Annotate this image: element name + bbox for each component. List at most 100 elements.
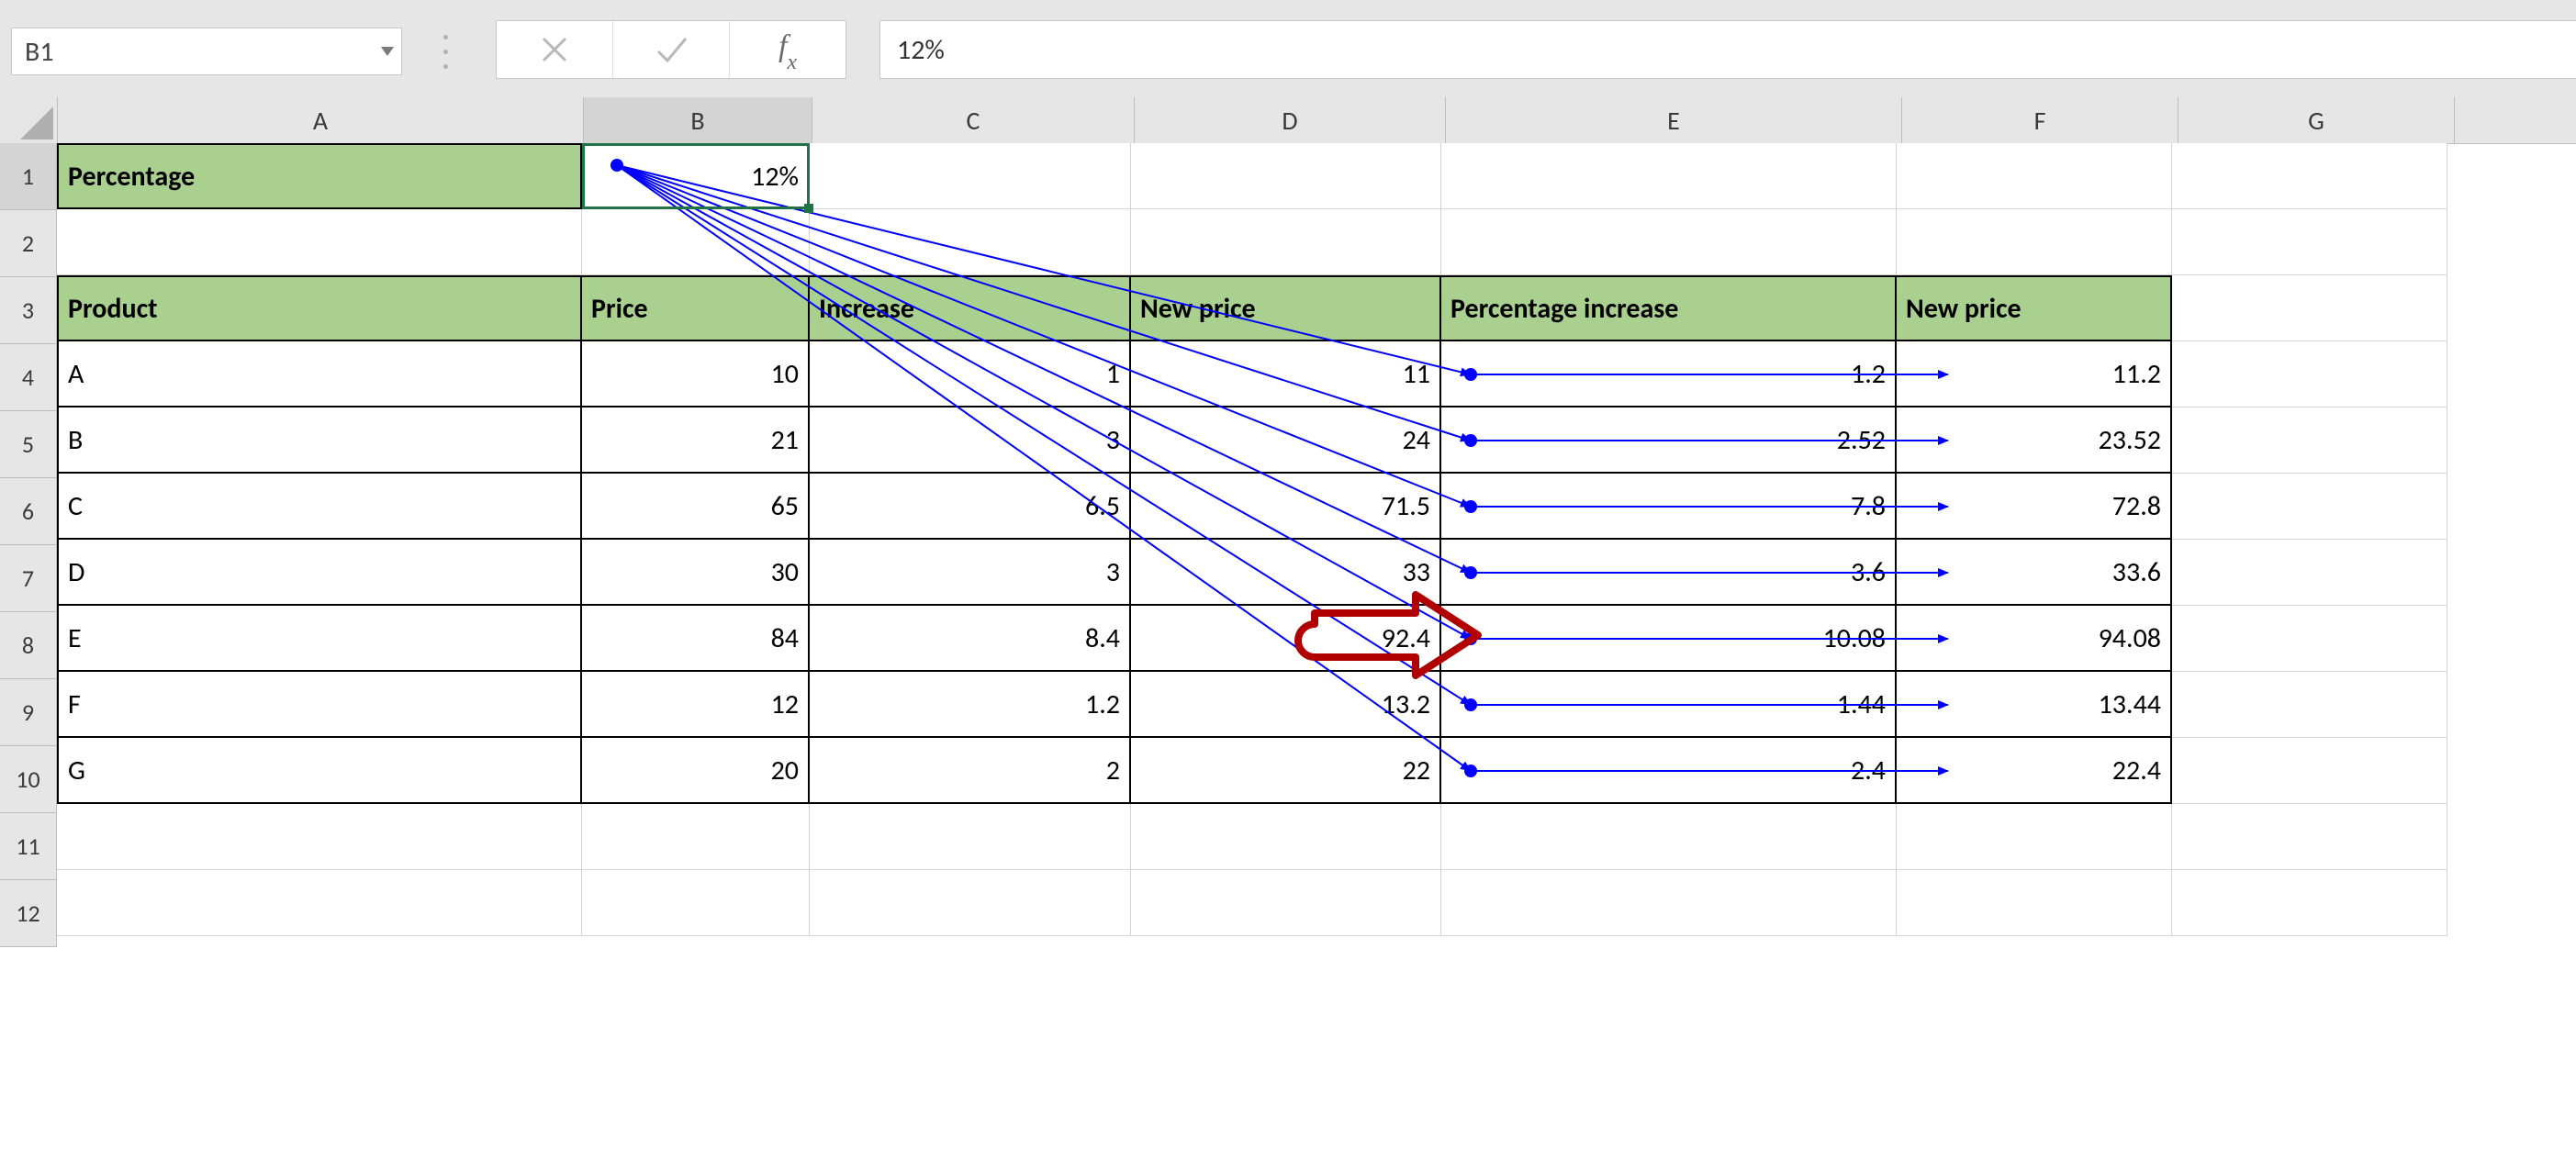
cell-D3[interactable]: New price <box>1131 275 1441 341</box>
cell-F9[interactable]: 13.44 <box>1897 672 2172 738</box>
select-all-triangle[interactable] <box>0 97 58 143</box>
cell-A6[interactable]: C <box>57 474 582 540</box>
cell-E12[interactable] <box>1441 870 1897 936</box>
cell-B7[interactable]: 30 <box>582 540 810 606</box>
cell-F5[interactable]: 23.52 <box>1897 407 2172 474</box>
cell-E6[interactable]: 7.8 <box>1441 474 1897 540</box>
cell-B2[interactable] <box>582 209 810 275</box>
column-header-E[interactable]: E <box>1446 97 1902 143</box>
row-header-9[interactable]: 9 <box>0 679 57 746</box>
column-header-G[interactable]: G <box>2178 97 2455 143</box>
cell-F6[interactable]: 72.8 <box>1897 474 2172 540</box>
cell-G9[interactable] <box>2172 672 2447 738</box>
cell-C9[interactable]: 1.2 <box>810 672 1131 738</box>
cancel-button[interactable] <box>497 21 613 78</box>
cell-G4[interactable] <box>2172 341 2447 407</box>
cell-C4[interactable]: 1 <box>810 341 1131 407</box>
cell-C6[interactable]: 6.5 <box>810 474 1131 540</box>
row-header-5[interactable]: 5 <box>0 411 57 478</box>
cell-A11[interactable] <box>57 804 582 870</box>
row-header-4[interactable]: 4 <box>0 344 57 411</box>
cell-D5[interactable]: 24 <box>1131 407 1441 474</box>
cell-B11[interactable] <box>582 804 810 870</box>
cell-A2[interactable] <box>57 209 582 275</box>
formula-bar-resize-handle[interactable] <box>441 29 450 73</box>
cell-D10[interactable]: 22 <box>1131 738 1441 804</box>
cell-G5[interactable] <box>2172 407 2447 474</box>
cell-D6[interactable]: 71.5 <box>1131 474 1441 540</box>
cell-G12[interactable] <box>2172 870 2447 936</box>
column-header-B[interactable]: B <box>584 97 812 143</box>
cell-E11[interactable] <box>1441 804 1897 870</box>
cell-E7[interactable]: 3.6 <box>1441 540 1897 606</box>
cell-G2[interactable] <box>2172 209 2447 275</box>
row-header-1[interactable]: 1 <box>0 143 57 210</box>
cell-D12[interactable] <box>1131 870 1441 936</box>
cell-E9[interactable]: 1.44 <box>1441 672 1897 738</box>
column-header-F[interactable]: F <box>1902 97 2178 143</box>
cell-G7[interactable] <box>2172 540 2447 606</box>
row-header-8[interactable]: 8 <box>0 612 57 679</box>
cell-E5[interactable]: 2.52 <box>1441 407 1897 474</box>
cell-A7[interactable]: D <box>57 540 582 606</box>
cell-E4[interactable]: 1.2 <box>1441 341 1897 407</box>
cell-C3[interactable]: Increase <box>810 275 1131 341</box>
cell-A9[interactable]: F <box>57 672 582 738</box>
cell-G6[interactable] <box>2172 474 2447 540</box>
cell-D1[interactable] <box>1131 143 1441 209</box>
cell-C11[interactable] <box>810 804 1131 870</box>
cell-F3[interactable]: New price <box>1897 275 2172 341</box>
cell-F2[interactable] <box>1897 209 2172 275</box>
cell-B3[interactable]: Price <box>582 275 810 341</box>
cell-D9[interactable]: 13.2 <box>1131 672 1441 738</box>
cell-G1[interactable] <box>2172 143 2447 209</box>
name-box[interactable]: B1 <box>11 28 402 75</box>
cell-F12[interactable] <box>1897 870 2172 936</box>
cell-D4[interactable]: 11 <box>1131 341 1441 407</box>
cell-G8[interactable] <box>2172 606 2447 672</box>
cell-A12[interactable] <box>57 870 582 936</box>
cell-F8[interactable]: 94.08 <box>1897 606 2172 672</box>
cell-D2[interactable] <box>1131 209 1441 275</box>
column-header-D[interactable]: D <box>1135 97 1446 143</box>
cell-E1[interactable] <box>1441 143 1897 209</box>
cell-F4[interactable]: 11.2 <box>1897 341 2172 407</box>
column-header-C[interactable]: C <box>812 97 1135 143</box>
row-header-6[interactable]: 6 <box>0 478 57 545</box>
cell-D7[interactable]: 33 <box>1131 540 1441 606</box>
cell-B10[interactable]: 20 <box>582 738 810 804</box>
cell-B12[interactable] <box>582 870 810 936</box>
row-header-12[interactable]: 12 <box>0 880 57 947</box>
cell-A3[interactable]: Product <box>57 275 582 341</box>
row-header-10[interactable]: 10 <box>0 746 57 813</box>
cell-C7[interactable]: 3 <box>810 540 1131 606</box>
cell-C10[interactable]: 2 <box>810 738 1131 804</box>
cell-C1[interactable] <box>810 143 1131 209</box>
cell-F11[interactable] <box>1897 804 2172 870</box>
cell-B5[interactable]: 21 <box>582 407 810 474</box>
cell-A8[interactable]: E <box>57 606 582 672</box>
enter-button[interactable] <box>613 21 730 78</box>
cell-F7[interactable]: 33.6 <box>1897 540 2172 606</box>
cell-E10[interactable]: 2.4 <box>1441 738 1897 804</box>
cell-B9[interactable]: 12 <box>582 672 810 738</box>
cell-G10[interactable] <box>2172 738 2447 804</box>
cell-B8[interactable]: 84 <box>582 606 810 672</box>
insert-function-button[interactable]: fx <box>730 21 846 78</box>
row-header-7[interactable]: 7 <box>0 545 57 612</box>
cell-C8[interactable]: 8.4 <box>810 606 1131 672</box>
row-header-3[interactable]: 3 <box>0 277 57 344</box>
cell-E2[interactable] <box>1441 209 1897 275</box>
formula-input[interactable]: 12% <box>879 20 2576 79</box>
column-header-A[interactable]: A <box>58 97 584 143</box>
cell-C2[interactable] <box>810 209 1131 275</box>
cell-C5[interactable]: 3 <box>810 407 1131 474</box>
cell-F10[interactable]: 22.4 <box>1897 738 2172 804</box>
cell-D8[interactable]: 92.4 <box>1131 606 1441 672</box>
cell-B1[interactable]: 12% <box>582 143 810 209</box>
cell-G3[interactable] <box>2172 275 2447 341</box>
chevron-down-icon[interactable] <box>381 47 394 56</box>
cell-A4[interactable]: A <box>57 341 582 407</box>
cell-E8[interactable]: 10.08 <box>1441 606 1897 672</box>
cell-F1[interactable] <box>1897 143 2172 209</box>
